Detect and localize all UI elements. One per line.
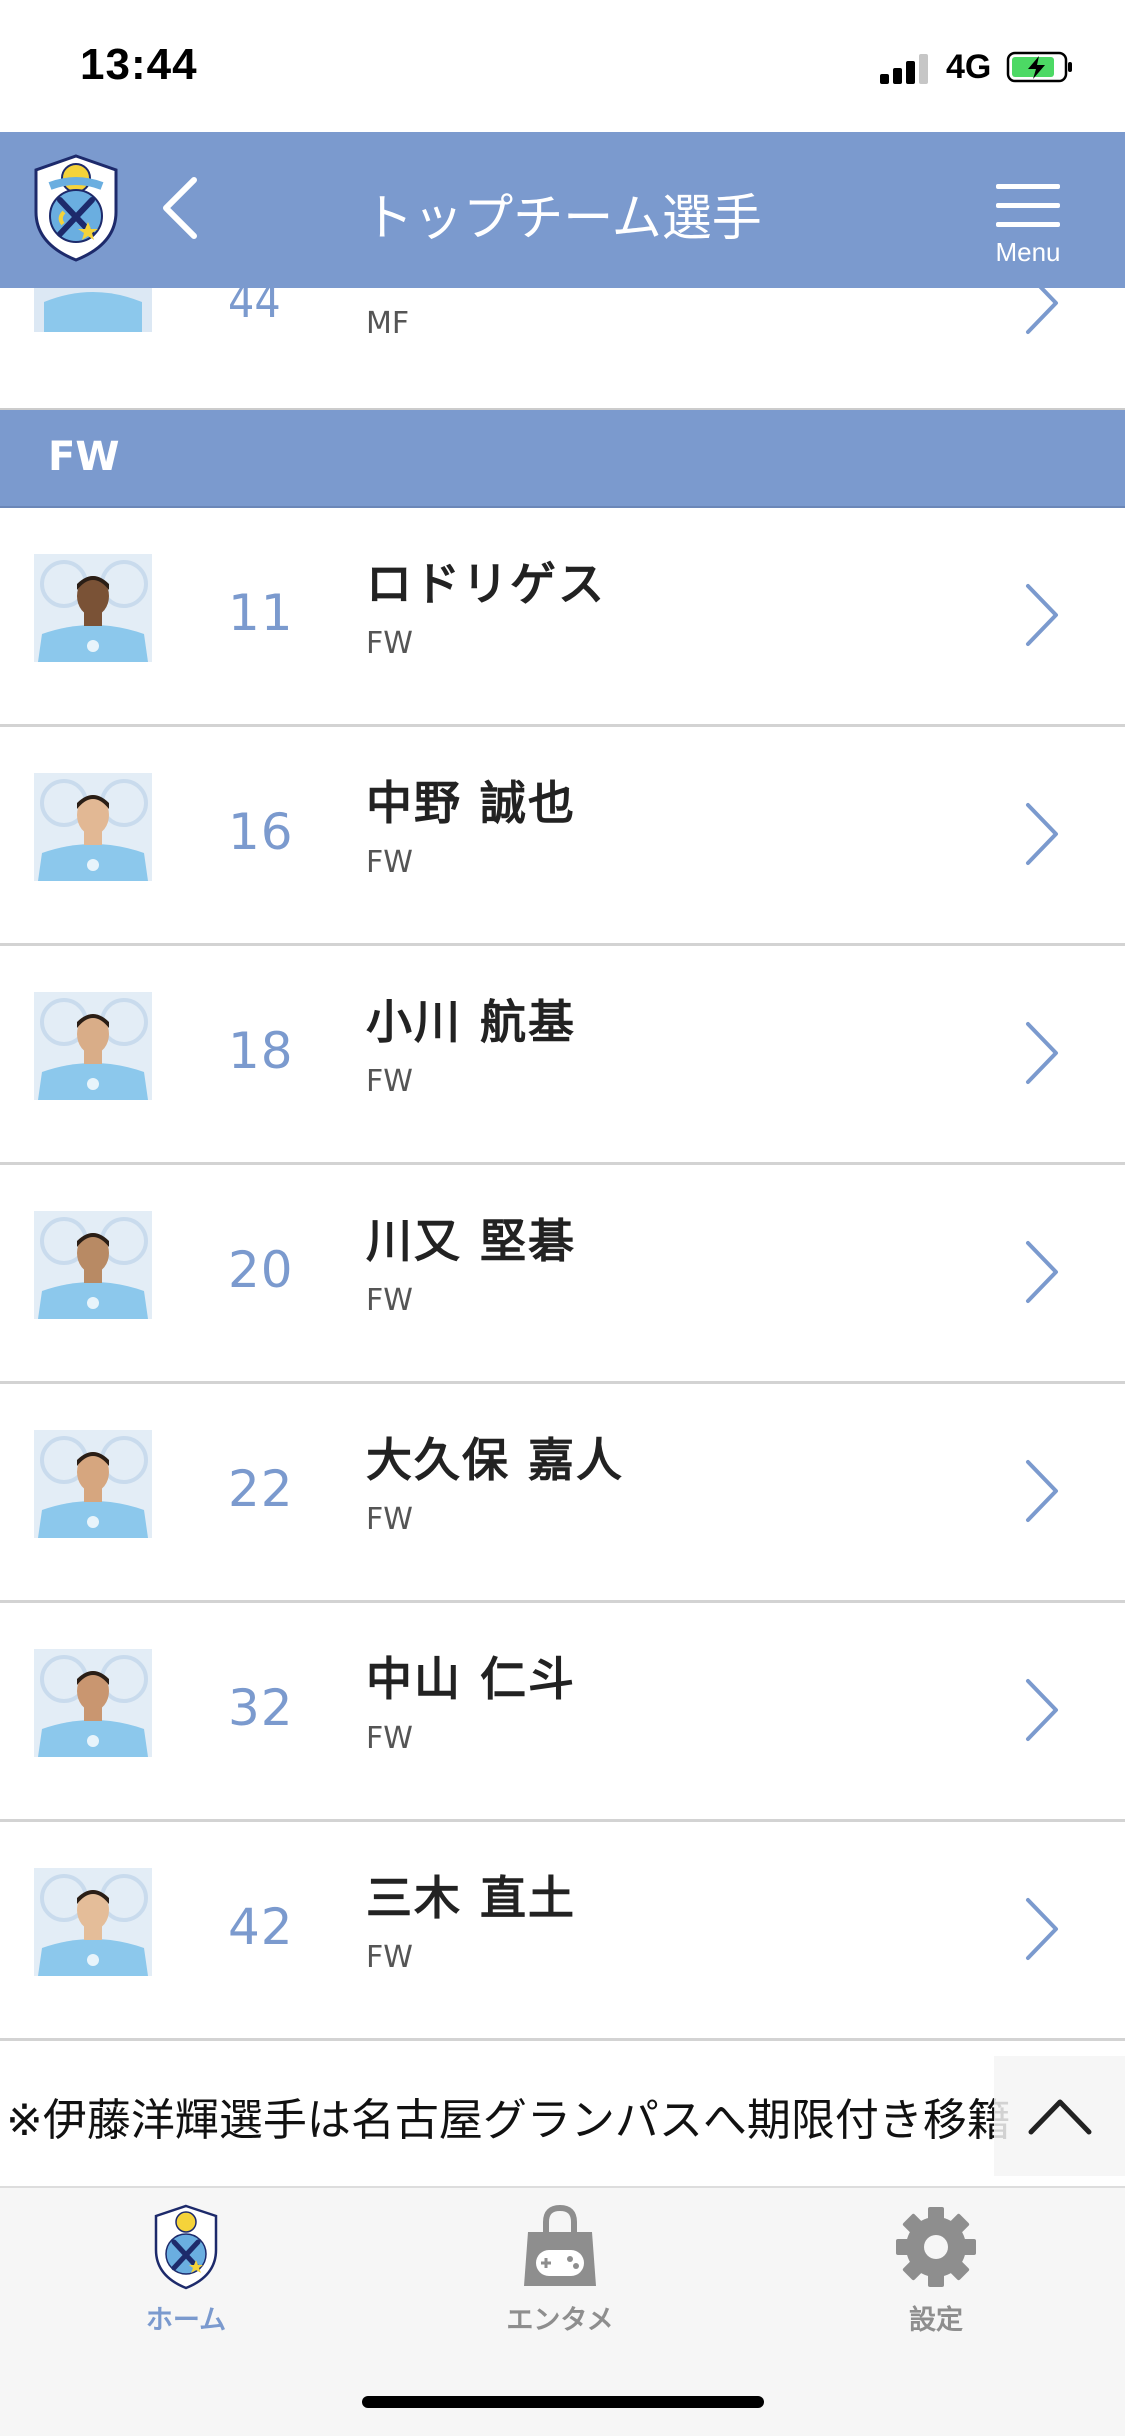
app-header: トップチーム選手 Menu [0,132,1125,288]
battery-icon [1006,51,1072,83]
player-photo [34,1430,152,1538]
hamburger-menu-icon [990,184,1066,227]
signal-strength-icon [880,52,932,84]
player-name: 中野 誠也 [366,776,577,830]
player-row[interactable]: 32 中山 仁斗 FW [0,1603,1125,1822]
player-row-partial[interactable]: 44 MF [0,288,1125,410]
player-row[interactable]: 22 大久保 嘉人 FW [0,1384,1125,1603]
player-position: FW [366,626,413,661]
player-list: 11 ロドリゲス FW 16 中野 誠也 FW 18 小川 航基 FW 20 川又 堅碁 FW 22 大久… [0,508,1125,2041]
player-row[interactable]: 18 小川 航基 FW [0,946,1125,1165]
tab-home[interactable]: ホーム [66,2202,306,2352]
player-position: MF [366,306,410,341]
chevron-right-icon [1026,1679,1058,1741]
notice-text: ※伊藤洋輝選手は名古屋グランパスへ期限付き移籍 [6,2095,1011,2146]
player-position: FW [366,845,413,880]
scroll-to-top-button[interactable] [994,2056,1125,2176]
tab-entertainment-label: エンタメ [506,2305,614,2336]
chevron-right-icon [1026,1460,1058,1522]
player-photo [34,1649,152,1757]
home-indicator [362,2396,764,2408]
notice-banner: ※伊藤洋輝選手は名古屋グランパスへ期限付き移籍 [0,2046,1125,2186]
player-position: FW [366,1940,413,1975]
player-photo [34,992,152,1100]
section-header-fw: FW [0,410,1125,508]
network-type: 4G [946,48,992,86]
player-row[interactable]: 42 三木 直土 FW [0,1822,1125,2041]
tab-settings-label: 設定 [909,2305,963,2336]
player-number: 22 [228,1460,294,1518]
status-bar: 13:44 4G [0,0,1125,132]
menu-button[interactable]: Menu [990,184,1066,284]
player-number: 16 [228,803,294,861]
player-position: FW [366,1502,413,1537]
player-number: 42 [228,1898,294,1956]
player-photo [34,554,152,662]
chevron-up-icon [1028,2099,1091,2135]
player-number: 11 [228,584,294,642]
gear-icon [896,2207,976,2287]
tab-settings[interactable]: 設定 [816,2202,1056,2352]
game-bag-icon [524,2204,596,2286]
player-name: 中山 仁斗 [366,1652,577,1706]
player-photo [34,288,152,332]
player-number: 18 [228,1022,294,1080]
tab-home-label: ホーム [145,2305,227,2336]
chevron-right-icon [1026,1022,1058,1084]
menu-label: Menu [995,237,1061,267]
player-photo [34,1868,152,1976]
chevron-right-icon [1026,1241,1058,1303]
player-position: FW [366,1283,413,1318]
chevron-right-icon [1026,1898,1058,1960]
section-label: FW [48,434,120,480]
player-name: 大久保 嘉人 [366,1433,625,1487]
status-time: 13:44 [80,40,198,89]
player-name: 川又 堅碁 [366,1214,577,1268]
chevron-right-icon [1026,584,1058,646]
player-position: FW [366,1064,413,1099]
player-number: 44 [228,288,281,328]
player-row[interactable]: 20 川又 堅碁 FW [0,1165,1125,1384]
player-photo [34,1211,152,1319]
tab-entertainment[interactable]: エンタメ [440,2202,680,2352]
tab-bar: ホーム エンタメ 設定 [0,2186,1125,2436]
player-photo [34,773,152,881]
player-row[interactable]: 11 ロドリゲス FW [0,508,1125,727]
chevron-right-icon [1026,288,1058,334]
player-name: 小川 航基 [366,995,577,1049]
page-title: トップチーム選手 [363,189,762,247]
player-name: 三木 直土 [366,1871,577,1925]
player-number: 20 [228,1241,294,1299]
player-row[interactable]: 16 中野 誠也 FW [0,727,1125,946]
club-emblem-icon [154,2204,218,2290]
player-number: 32 [228,1679,294,1737]
player-name: ロドリゲス [366,557,606,611]
player-position: FW [366,1721,413,1756]
chevron-right-icon [1026,803,1058,865]
